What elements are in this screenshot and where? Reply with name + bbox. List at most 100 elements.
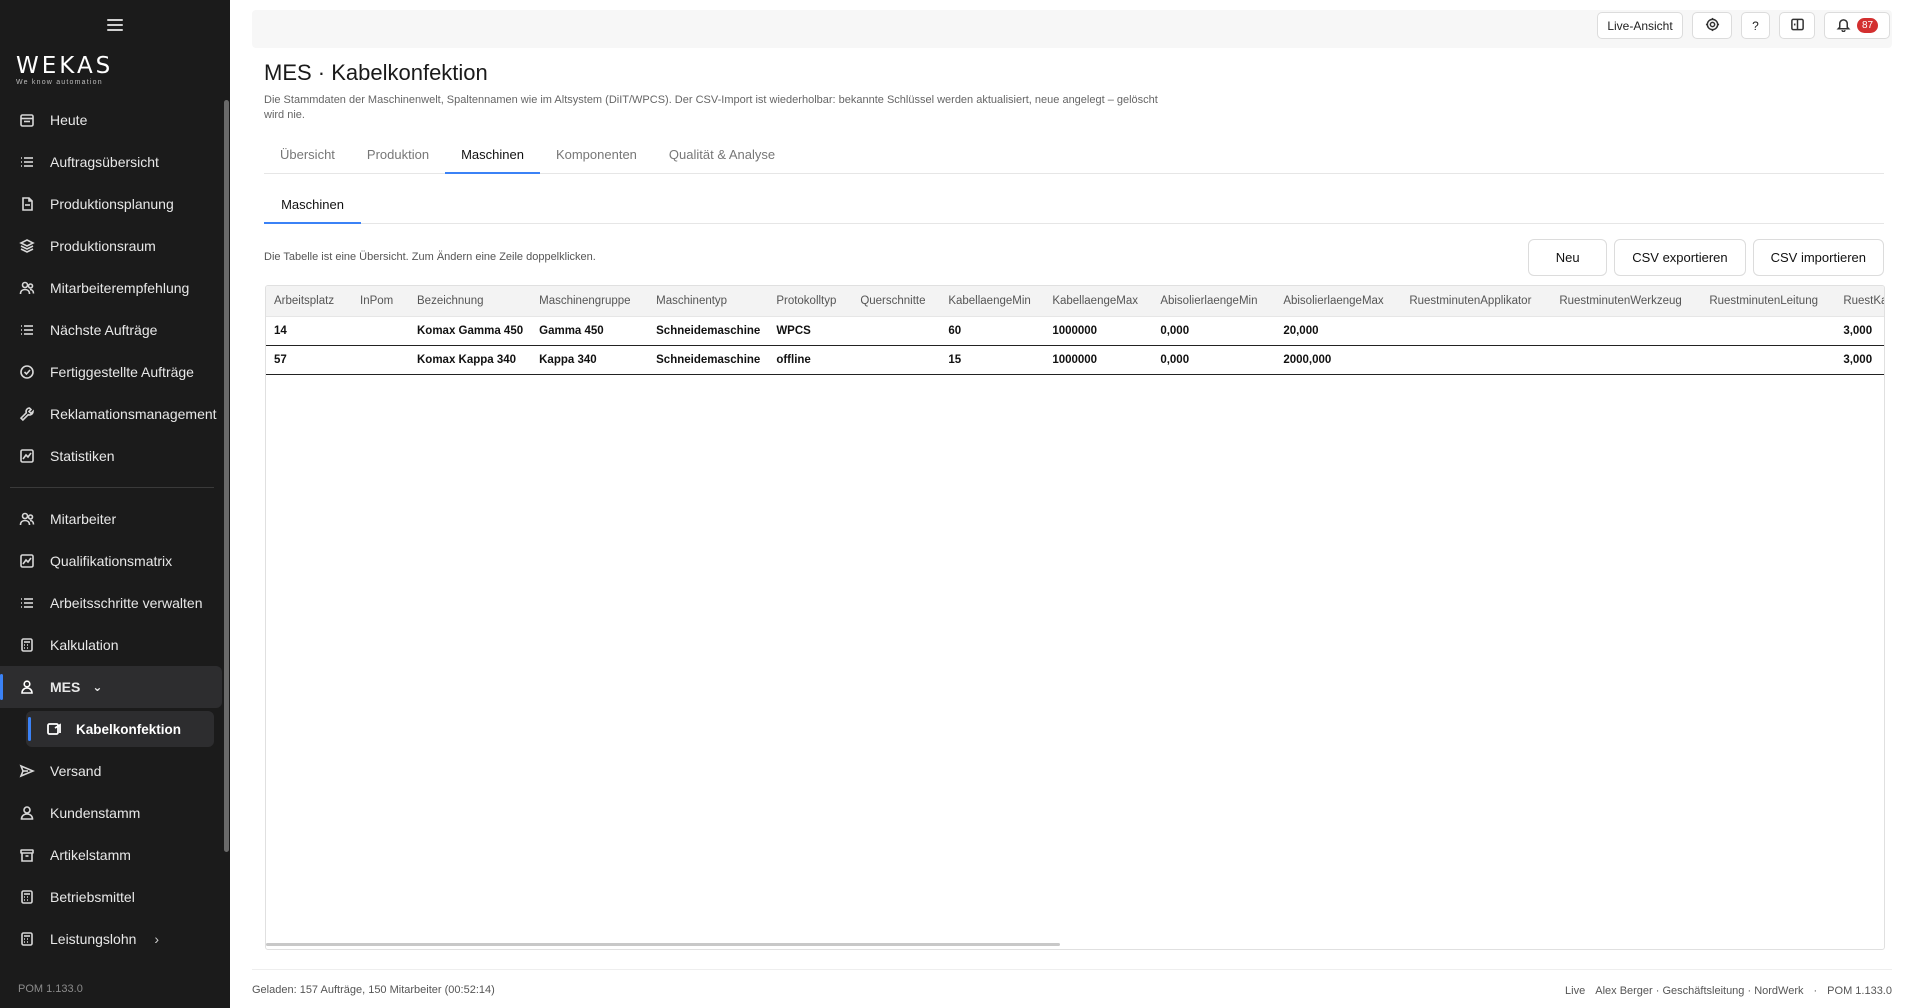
sidebar-item-qualifikationsmatrix[interactable]: Qualifikationsmatrix [0, 540, 222, 582]
page-description: Die Stammdaten der Maschinenwelt, Spalte… [264, 94, 1158, 121]
sidebar-item-statistiken[interactable]: Statistiken [0, 435, 222, 477]
sidebar-item-reklamationsmanagement[interactable]: Reklamationsmanagement [0, 393, 222, 435]
main-tabs: Übersicht Produktion Maschinen Komponent… [264, 140, 1884, 174]
sidebar-item-label: Leistungslohn [50, 931, 137, 947]
sidebar-item-heute[interactable]: Heute [0, 99, 222, 141]
cell-inpom [352, 316, 409, 346]
cell-maschinengruppe: Gamma 450 [531, 316, 649, 346]
sidebar-item-naechste-auftraege[interactable]: Nächste Aufträge [0, 309, 222, 351]
col-arbeitsplatz[interactable]: Arbeitsplatz [266, 286, 352, 317]
table-hint: Die Tabelle ist eine Übersicht. Zum Ände… [264, 251, 596, 263]
calendar-icon [18, 111, 36, 129]
list-icon [18, 321, 36, 339]
col-abisolierlaengemin[interactable]: AbisolierlaengeMin [1152, 286, 1276, 317]
sidebar-item-produktionsplanung[interactable]: Produktionsplanung [0, 183, 222, 225]
cell-maschinengruppe: Kappa 340 [531, 345, 649, 375]
table: Arbeitsplatz InPom Bezeichnung Maschinen… [266, 286, 1884, 375]
col-maschinengruppe[interactable]: Maschinengruppe [531, 286, 649, 317]
layers-icon [18, 237, 36, 255]
tab-qualitaet-analyse[interactable]: Qualität & Analyse [653, 140, 791, 174]
subtab-maschinen[interactable]: Maschinen [264, 190, 361, 224]
sidebar-item-artikelstamm[interactable]: Artikelstamm [0, 834, 222, 876]
logo-tagline: We know automation [16, 79, 103, 86]
col-ruestminutenleitung[interactable]: RuestminutenLeitung [1701, 286, 1836, 317]
chevron-down-icon: ⌄ [92, 680, 103, 694]
cell-arbeitsplatz: 14 [266, 316, 352, 346]
sidebar-item-arbeitsschritte[interactable]: Arbeitsschritte verwalten [0, 582, 222, 624]
sidebar-item-label: Reklamationsmanagement [50, 406, 217, 422]
table-header: Arbeitsplatz InPom Bezeichnung Maschinen… [266, 286, 1884, 317]
archive-icon [18, 846, 36, 864]
sidebar-scrollbar[interactable] [224, 100, 229, 852]
sidebar-item-label: Produktionsraum [50, 238, 156, 254]
gear-icon [1705, 17, 1720, 35]
sidebar-item-fertiggestellte-auftraege[interactable]: Fertiggestellte Aufträge [0, 351, 222, 393]
cell-ruestkabel: 3,000 [1835, 345, 1884, 375]
cell-maschinentyp: Schneidemaschine [648, 316, 769, 346]
users-icon [18, 510, 36, 528]
table-row[interactable]: 14 Komax Gamma 450 Gamma 450 Schneidemas… [266, 316, 1884, 346]
col-inpom[interactable]: InPom [352, 286, 409, 317]
tab-produktion[interactable]: Produktion [351, 140, 445, 174]
sidebar-item-label: Artikelstamm [50, 847, 131, 863]
document-icon [18, 195, 36, 213]
menu-icon[interactable] [104, 16, 126, 34]
table-actions: Neu CSV exportieren CSV importieren [1528, 239, 1884, 276]
sidebar-item-betriebsmittel[interactable]: Betriebsmittel [0, 876, 222, 918]
col-ruestkabel[interactable]: RuestKabel [1835, 286, 1884, 317]
col-ruestminutenwerkzeug[interactable]: RuestminutenWerkzeug [1551, 286, 1702, 317]
status-user: Alex Berger · Geschäftsleitung · NordWer… [1595, 985, 1804, 997]
cell-ruestminutenleitung [1701, 345, 1836, 375]
topbar: Live-Ansicht ? 87 [252, 10, 1892, 48]
col-bezeichnung[interactable]: Bezeichnung [409, 286, 532, 317]
sidebar-item-produktionsraum[interactable]: Produktionsraum [0, 225, 222, 267]
cell-kabellaengemax: 1000000 [1044, 316, 1153, 346]
cell-abisolierlaengemin: 0,000 [1152, 316, 1276, 346]
sidebar-item-label: Kundenstamm [50, 805, 141, 821]
cell-ruestminutenleitung [1701, 316, 1836, 346]
settings-button[interactable] [1692, 12, 1732, 39]
sidebar-item-kalkulation[interactable]: Kalkulation [0, 624, 222, 666]
col-abisolierlaengemax[interactable]: AbisolierlaengeMax [1275, 286, 1402, 317]
sidebar-item-kundenstamm[interactable]: Kundenstamm [0, 792, 222, 834]
check-circle-icon [18, 363, 36, 381]
sidebar-item-label: Nächste Aufträge [50, 322, 158, 338]
tab-uebersicht[interactable]: Übersicht [264, 140, 351, 174]
col-kabellaengemin[interactable]: KabellaengeMin [940, 286, 1045, 317]
table-row[interactable]: 57 Komax Kappa 340 Kappa 340 Schneidemas… [266, 345, 1884, 375]
users-icon [18, 279, 36, 297]
sidebar-item-label: Auftragsübersicht [50, 154, 159, 170]
panel-toggle-button[interactable] [1779, 12, 1815, 39]
col-maschinentyp[interactable]: Maschinentyp [648, 286, 769, 317]
col-ruestminutenapplikator[interactable]: RuestminutenApplikator [1401, 286, 1552, 317]
sidebar-item-label: Fertiggestellte Aufträge [50, 364, 194, 380]
status-bar: Geladen: 157 Aufträge, 150 Mitarbeiter (… [252, 969, 1892, 1008]
col-querschnitte[interactable]: Querschnitte [852, 286, 941, 317]
list-icon [18, 594, 36, 612]
tab-komponenten[interactable]: Komponenten [540, 140, 653, 174]
csv-export-button[interactable]: CSV exportieren [1614, 239, 1746, 276]
send-icon [18, 762, 36, 780]
wrench-icon [18, 405, 36, 423]
help-button[interactable]: ? [1741, 12, 1770, 39]
machines-table: Arbeitsplatz InPom Bezeichnung Maschinen… [265, 285, 1885, 950]
csv-import-button[interactable]: CSV importieren [1752, 239, 1884, 276]
sidebar-item-leistungslohn[interactable]: Leistungslohn › [0, 918, 222, 960]
new-button[interactable]: Neu [1528, 239, 1608, 276]
chevron-right-icon: › [154, 931, 160, 947]
tab-maschinen[interactable]: Maschinen [445, 140, 540, 174]
status-separator: · [1813, 985, 1818, 997]
notifications-button[interactable]: 87 [1824, 12, 1890, 39]
sidebar-item-mitarbeiter[interactable]: Mitarbeiter [0, 498, 222, 540]
live-view-button[interactable]: Live-Ansicht [1597, 12, 1683, 39]
sidebar-item-mitarbeiterempfehlung[interactable]: Mitarbeiterempfehlung [0, 267, 222, 309]
sidebar-subitem-kabelkonfektion[interactable]: Kabelkonfektion [26, 711, 214, 747]
calculator-icon [18, 636, 36, 654]
col-kabellaengemax[interactable]: KabellaengeMax [1044, 286, 1153, 317]
col-protokolltyp[interactable]: Protokolltyp [768, 286, 853, 317]
cell-querschnitte [852, 316, 941, 346]
sidebar-item-mes[interactable]: MES ⌄ [0, 666, 222, 708]
table-horizontal-scrollbar[interactable] [266, 943, 1060, 946]
sidebar-item-versand[interactable]: Versand [0, 750, 222, 792]
sidebar-item-auftragsuebersicht[interactable]: Auftragsübersicht [0, 141, 222, 183]
